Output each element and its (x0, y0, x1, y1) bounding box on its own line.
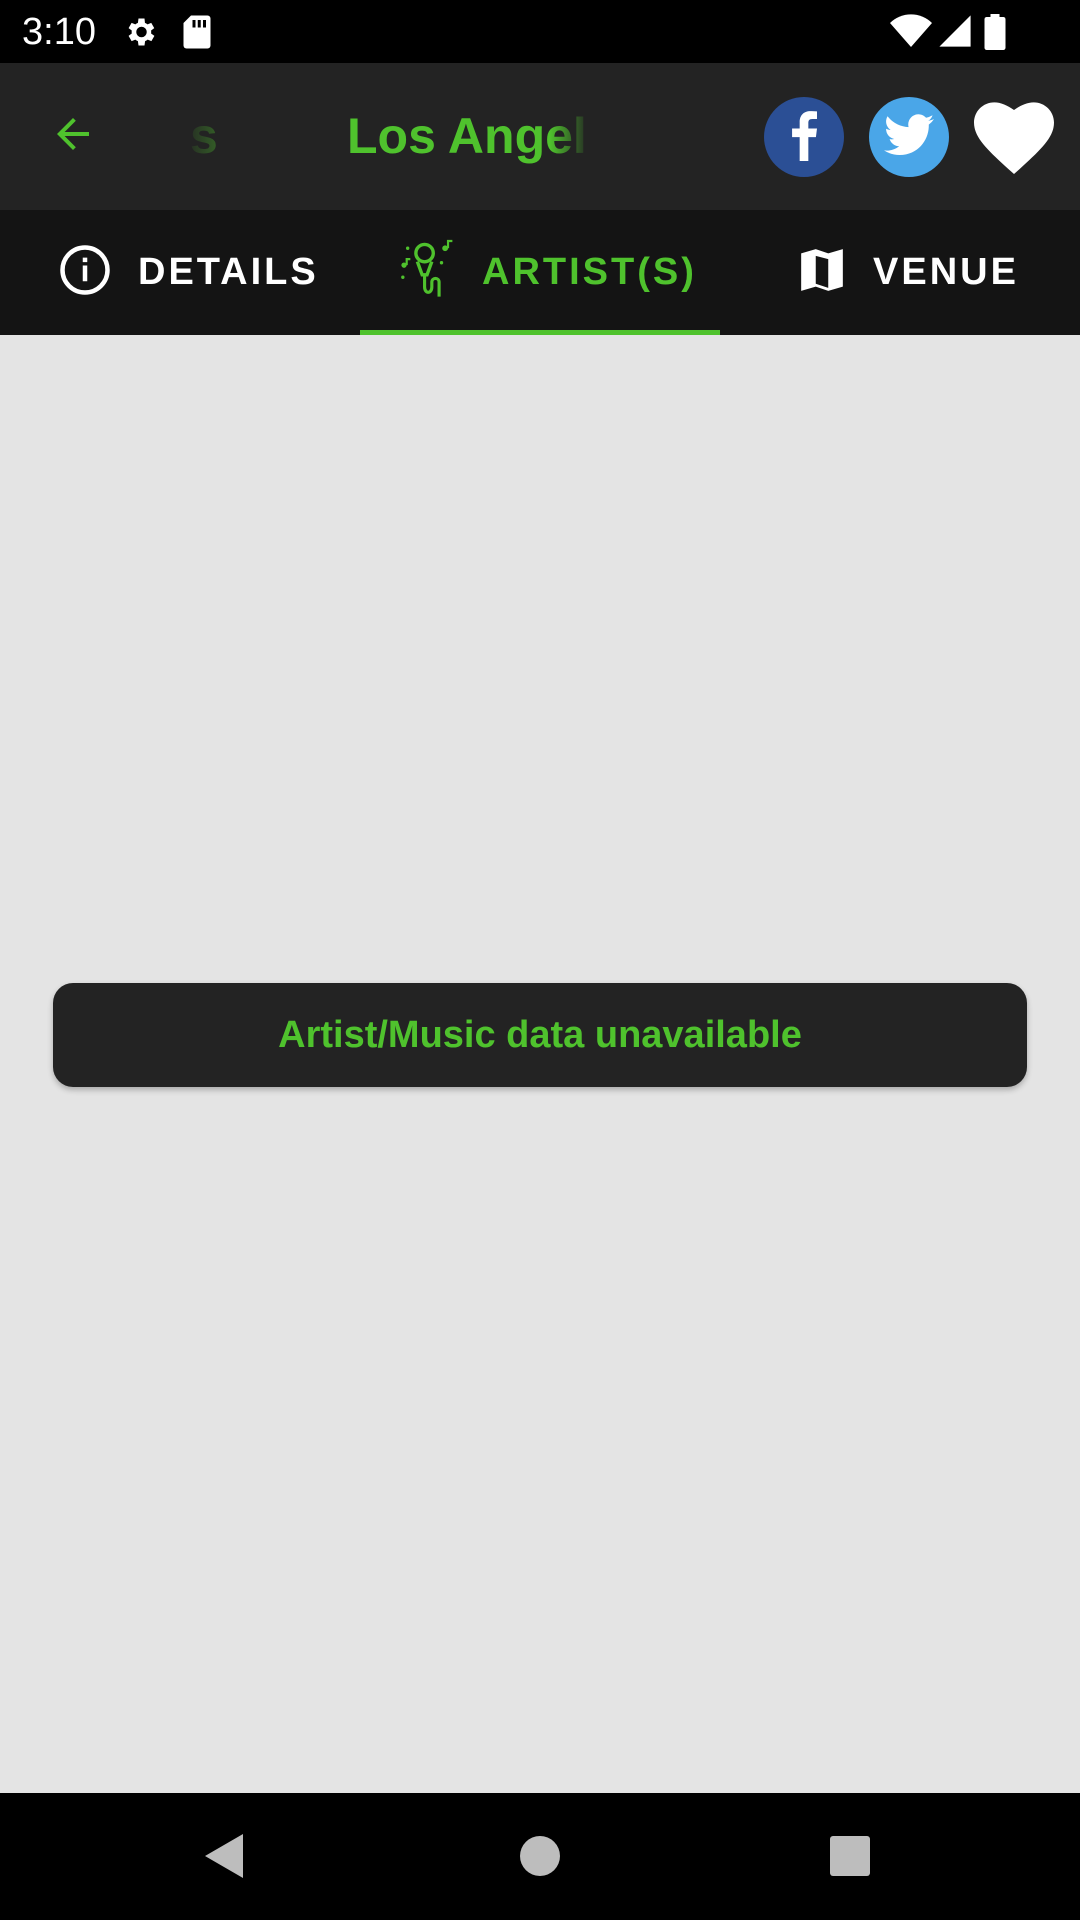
status-time: 3:10 (22, 11, 96, 53)
nav-back-button[interactable] (190, 1823, 260, 1893)
tab-venue-label: VENUE (873, 251, 1019, 293)
back-triangle-icon (203, 1832, 247, 1885)
twitter-share-button[interactable] (869, 97, 949, 177)
system-nav-bar (0, 1793, 1080, 1920)
nav-home-button[interactable] (505, 1823, 575, 1893)
tab-venue[interactable]: VENUE (797, 210, 1019, 335)
tab-artists-label: ARTIST(S) (482, 251, 697, 293)
event-title-marquee: s Los Angel (150, 101, 590, 171)
empty-state-message: Artist/Music data unavailable (278, 1013, 802, 1056)
microphone-icon (398, 238, 456, 307)
tab-bar: DETAILS ARTIST(S) VENUE (0, 210, 1080, 335)
title-fade-left (150, 101, 240, 171)
info-icon (58, 243, 112, 302)
nav-recents-button[interactable] (815, 1823, 885, 1893)
title-fade-right (550, 101, 590, 171)
recents-square-icon (830, 1835, 870, 1881)
heart-icon (974, 102, 1054, 181)
tab-details-label: DETAILS (138, 251, 319, 293)
tab-artists[interactable]: ARTIST(S) (398, 210, 697, 335)
cell-signal-icon (938, 14, 972, 53)
home-circle-icon (520, 1835, 560, 1881)
status-bar: 3:10 (0, 0, 1080, 63)
gear-icon (122, 14, 158, 55)
facebook-icon (784, 109, 824, 166)
sd-card-icon (182, 14, 212, 55)
map-icon (797, 245, 847, 300)
wifi-icon (890, 14, 932, 55)
facebook-share-button[interactable] (764, 97, 844, 177)
battery-icon (984, 14, 1006, 55)
twitter-icon (884, 113, 934, 162)
app-bar: s Los Angel (0, 63, 1080, 210)
favorite-button[interactable] (974, 101, 1054, 177)
arrow-back-icon (49, 110, 97, 163)
back-button[interactable] (40, 103, 106, 169)
empty-state-card: Artist/Music data unavailable (53, 983, 1027, 1087)
tab-details[interactable]: DETAILS (58, 210, 319, 335)
artists-content: Artist/Music data unavailable (0, 335, 1080, 1793)
